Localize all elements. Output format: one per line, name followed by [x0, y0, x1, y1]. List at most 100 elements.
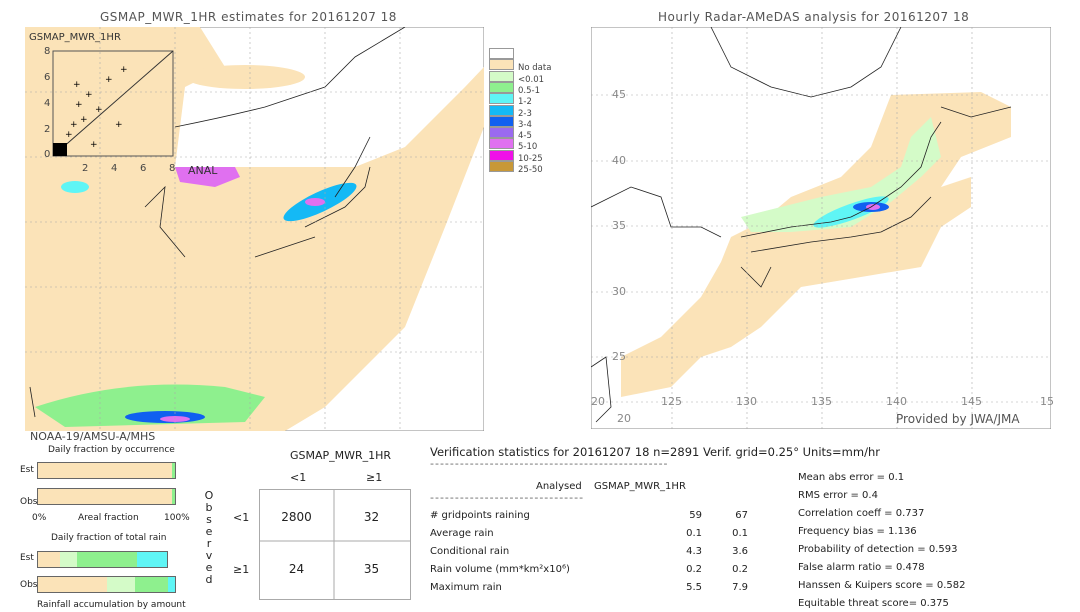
- est-label: Est: [20, 553, 34, 563]
- contingency-title: GSMAP_MWR_1HR: [290, 449, 392, 462]
- svg-text:+: +: [105, 75, 113, 85]
- total-rain-obs-bar: [37, 576, 176, 593]
- stat-label: Rain volume (mm*km²x10⁶): [430, 564, 570, 575]
- legend-label: 0.5-1: [518, 85, 540, 96]
- bar-segment: [59, 552, 77, 567]
- lat-label: 45: [612, 88, 626, 101]
- bar-segment: [76, 552, 138, 567]
- lon-label: 20: [591, 395, 605, 408]
- lon-label: 15: [1040, 395, 1054, 408]
- total-rain-title: Daily fraction of total rain: [51, 533, 167, 543]
- row-header: ≥1: [233, 563, 250, 576]
- inset-y-tick: 6: [44, 72, 51, 83]
- lon-label: 135: [811, 395, 832, 408]
- row-header: <1: [233, 511, 250, 524]
- stat-estimate: 3.6: [732, 546, 748, 557]
- svg-text:+: +: [70, 120, 78, 130]
- legend-label: 10-25: [518, 153, 543, 164]
- cell-false-alarm: 32: [363, 510, 380, 524]
- score-item: Frequency bias = 1.136: [798, 526, 917, 537]
- axis-right: 100%: [164, 513, 190, 523]
- stat-label: Average rain: [430, 528, 494, 539]
- legend-swatch: [489, 161, 514, 172]
- credit: Provided by JWA/JMA: [896, 412, 1020, 426]
- occurrence-est-bar: [37, 462, 176, 479]
- bar-segment: [137, 552, 167, 567]
- svg-text:+: +: [73, 80, 81, 90]
- lat-label: 25: [612, 350, 626, 363]
- inset-y-tick: 0: [44, 149, 51, 160]
- score-item: Equitable threat score= 0.375: [798, 598, 949, 609]
- legend-swatch: [489, 48, 514, 59]
- inset-x-tick: 6: [140, 163, 147, 174]
- inset-x-tick: 8: [169, 163, 176, 174]
- score-item: False alarm ratio = 0.478: [798, 562, 925, 573]
- col-header: <1: [290, 471, 307, 484]
- svg-text:+: +: [75, 100, 83, 110]
- legend-label: <0.01: [518, 74, 545, 85]
- axis-left: 0%: [32, 513, 47, 523]
- inset-y-tick: 8: [44, 46, 51, 57]
- legend-swatch: [489, 81, 514, 93]
- legend-label: 3-4: [518, 119, 532, 130]
- left-map-title: GSMAP_MWR_1HR estimates for 20161207 18: [100, 10, 397, 24]
- stat-estimate: 67: [735, 510, 748, 521]
- legend-label: 2-3: [518, 108, 532, 119]
- bar-segment: [135, 577, 169, 592]
- left-map: +++++++ ++++: [25, 27, 484, 431]
- stat-label: Conditional rain: [430, 546, 510, 557]
- lat-label: 35: [612, 219, 626, 232]
- lat-label: 40: [612, 154, 626, 167]
- stat-estimate: 7.9: [732, 582, 748, 593]
- cell-hit-none: 2800: [281, 510, 312, 524]
- lon-label: 130: [736, 395, 757, 408]
- svg-text:+: +: [80, 115, 88, 125]
- score-item: RMS error = 0.4: [798, 490, 878, 501]
- legend-swatch: [489, 127, 514, 139]
- score-item: Mean abs error = 0.1: [798, 472, 905, 483]
- occurrence-obs-bar: [37, 488, 176, 505]
- lat-label: 20: [617, 412, 631, 425]
- lon-label: 125: [661, 395, 682, 408]
- svg-text:+: +: [90, 140, 98, 150]
- score-item: Hanssen & Kuipers score = 0.582: [798, 580, 966, 591]
- inset-x-tick: 4: [111, 163, 118, 174]
- inset-x-tick: 2: [82, 163, 89, 174]
- legend-label: No data: [518, 63, 552, 74]
- legend-label: 25-50: [518, 165, 543, 175]
- stat-estimate: 0.1: [732, 528, 748, 539]
- lat-label: 30: [612, 285, 626, 298]
- score-item: Probability of detection = 0.593: [798, 544, 958, 555]
- inset-label: GSMAP_MWR_1HR: [29, 32, 121, 43]
- svg-text:+: +: [95, 105, 103, 115]
- bar-segment: [106, 577, 136, 592]
- obs-label: Obs: [20, 497, 38, 507]
- legend-swatch: [489, 59, 514, 71]
- col-header: ≥1: [366, 471, 383, 484]
- inset-y-tick: 4: [44, 98, 51, 109]
- cell-miss: 24: [288, 562, 305, 576]
- right-map: [591, 27, 1051, 429]
- legend-swatch: [489, 138, 514, 150]
- legend-label: 5-10: [518, 142, 538, 153]
- contingency-grid: [259, 489, 411, 600]
- inset-y-tick: 2: [44, 124, 51, 135]
- score-item: Correlation coeff = 0.737: [798, 508, 925, 519]
- stat-label: Maximum rain: [430, 582, 502, 593]
- observed-label: Observed: [204, 490, 214, 586]
- bar-segment: [38, 577, 107, 592]
- total-rain-est-bar: [37, 551, 168, 568]
- legend-swatch: [489, 93, 514, 105]
- total-rain-footer: Rainfall accumulation by amount: [37, 600, 186, 610]
- observed-letter: d: [205, 573, 213, 586]
- svg-text:+: +: [120, 65, 128, 75]
- anal-label: ANAL: [188, 164, 218, 177]
- col-est: GSMAP_MWR_1HR: [594, 481, 686, 492]
- svg-text:+: +: [115, 120, 123, 130]
- lon-label: 145: [961, 395, 982, 408]
- legend-swatch: [489, 104, 514, 116]
- axis-mid: Areal fraction: [78, 513, 139, 523]
- stat-estimate: 0.2: [732, 564, 748, 575]
- occurrence-title: Daily fraction by occurrence: [48, 445, 175, 455]
- stat-label: # gridpoints raining: [430, 510, 530, 521]
